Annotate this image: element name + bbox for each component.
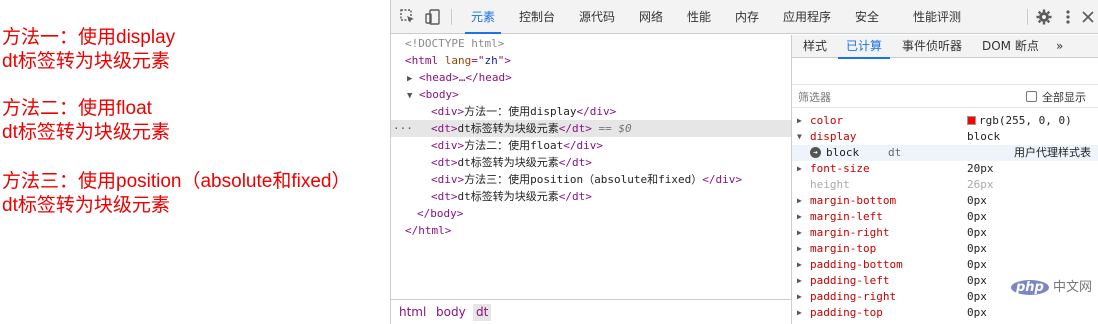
more-tabs-chevron-icon[interactable]: » [1056,35,1063,58]
toolbar-separator [1027,9,1028,25]
inspect-element-icon[interactable] [399,8,417,26]
tab-styles[interactable]: 样式 [803,35,827,58]
device-toolbar-icon[interactable] [424,8,442,26]
property-trace-row[interactable]: ➔ block dt 用户代理样式表 [792,145,1098,161]
tab-security[interactable]: 安全 [855,0,879,34]
property-row[interactable]: ▶ color rgb(255, 0, 0) [792,113,1098,129]
property-row[interactable]: ▶ margin-right 0px [792,225,1098,241]
breadcrumb-dt[interactable]: dt [473,304,492,321]
collapse-triangle-icon[interactable]: ▼ [797,129,802,145]
dt-text: dt标签转为块级元素 [2,195,170,216]
show-all-checkbox[interactable] [1026,91,1037,102]
row-menu-icon[interactable]: ··· [393,120,413,137]
close-icon[interactable] [1079,8,1097,26]
property-row[interactable]: ▼ display block [792,129,1098,145]
expand-triangle-icon[interactable]: ▶ [797,113,802,129]
settings-gear-icon[interactable] [1035,8,1053,26]
property-row[interactable]: ▶ padding-bottom 0px [792,257,1098,273]
breadcrumb: html body dt [391,299,791,324]
tree-line-div[interactable]: <div>方法三：使用position（absolute和fixed）</div… [391,171,791,188]
property-row[interactable]: ▶ margin-top 0px [792,241,1098,257]
devtools-panel: 元素 控制台 源代码 网络 性能 内存 应用程序 安全 性能评测 <!DOCTY… [390,0,1098,324]
tab-performance[interactable]: 性能 [687,0,711,34]
expand-triangle-icon[interactable]: ▶ [797,273,802,289]
tab-console[interactable]: 控制台 [519,0,555,34]
devtools-toolbar: 元素 控制台 源代码 网络 性能 内存 应用程序 安全 性能评测 [391,0,1098,34]
tree-line-div[interactable]: <div>方法二：使用float</div> [391,137,791,154]
breadcrumb-html[interactable]: html [396,304,429,321]
tab-memory[interactable]: 内存 [735,0,759,34]
paragraph-method-2: 方法二：使用float dt标签转为块级元素 [2,97,170,145]
tab-elements[interactable]: 元素 [464,0,502,34]
property-row[interactable]: ▶ margin-left 0px [792,209,1098,225]
paragraph-method-3: 方法三：使用position（absolute和fixed） dt标签转为块级元… [2,170,350,218]
tree-line-doctype[interactable]: <!DOCTYPE html> [391,35,791,52]
tab-network[interactable]: 网络 [639,0,663,34]
property-row[interactable]: height 26px [792,177,1098,193]
div-text: 方法三：使用position（absolute和fixed） [2,171,351,192]
show-all-label[interactable]: 全部显示 [1042,89,1086,105]
rendered-page: 方法一：使用display dt标签转为块级元素 方法二：使用float dt标… [0,0,390,324]
expand-triangle-icon[interactable]: ▶ [797,193,802,209]
expand-triangle-icon[interactable]: ▶ [797,289,802,305]
dt-text: dt标签转为块级元素 [2,122,170,143]
expand-triangle-icon[interactable]: ▶ [797,209,802,225]
expand-triangle-icon[interactable]: ▶ [797,257,802,273]
color-swatch[interactable] [967,116,976,125]
tab-computed[interactable]: 已计算 [837,35,891,59]
tab-lighthouse[interactable]: 性能评测 [913,0,961,34]
paragraph-method-1: 方法一：使用display dt标签转为块级元素 [2,26,175,74]
tab-application[interactable]: 应用程序 [783,0,831,34]
property-row[interactable]: ▶ padding-top 0px [792,305,1098,321]
tree-line-head[interactable]: ▶ <head>…</head> [391,69,791,86]
tree-line-body-close[interactable]: </body> [391,205,791,222]
selected-marker: == $0 [598,122,632,135]
tree-line-dt[interactable]: <dt>dt标签转为块级元素</dt> [391,154,791,171]
navigate-arrow-icon[interactable]: ➔ [810,147,821,158]
collapse-triangle-icon[interactable]: ▼ [407,91,412,101]
tree-line-div[interactable]: <div>方法一：使用display</div> [391,103,791,120]
tree-line-dt[interactable]: <dt>dt标签转为块级元素</dt> [391,188,791,205]
dt-text: dt标签转为块级元素 [2,51,170,72]
watermark-logo: php 中文网 [1011,276,1092,295]
expand-triangle-icon[interactable]: ▶ [797,241,802,257]
tab-event-listeners[interactable]: 事件侦听器 [902,35,962,58]
expand-triangle-icon[interactable]: ▶ [407,74,412,84]
property-row[interactable]: ▶ margin-bottom 0px [792,193,1098,209]
filter-input[interactable]: 筛选器 [798,89,831,105]
breadcrumb-body[interactable]: body [433,304,469,321]
tree-line-body[interactable]: ▼ <body> [391,86,791,103]
sidebar-tabs: 样式 已计算 事件侦听器 DOM 断点 » [792,35,1098,59]
tab-sources[interactable]: 源代码 [579,0,615,34]
toolbar-separator [451,9,452,25]
filter-row: 筛选器 全部显示 [792,84,1098,108]
tree-line-html[interactable]: <html lang="zh"> [391,52,791,69]
expand-triangle-icon[interactable]: ▶ [797,225,802,241]
tree-line-dt-selected[interactable]: ··· <dt>dt标签转为块级元素</dt> == $0 [391,120,791,137]
div-text: 方法二：使用float [2,98,152,119]
property-row[interactable]: ▶ font-size 20px [792,161,1098,177]
expand-triangle-icon[interactable]: ▶ [797,305,802,321]
div-text: 方法一：使用display [2,27,176,48]
elements-tree: <!DOCTYPE html> <html lang="zh"> ▶ <head… [391,35,791,298]
expand-triangle-icon[interactable]: ▶ [797,161,802,177]
tree-line-html-close[interactable]: </html> [391,222,791,239]
tab-dom-breakpoints[interactable]: DOM 断点 [982,35,1039,58]
more-vertical-icon[interactable] [1059,8,1077,26]
